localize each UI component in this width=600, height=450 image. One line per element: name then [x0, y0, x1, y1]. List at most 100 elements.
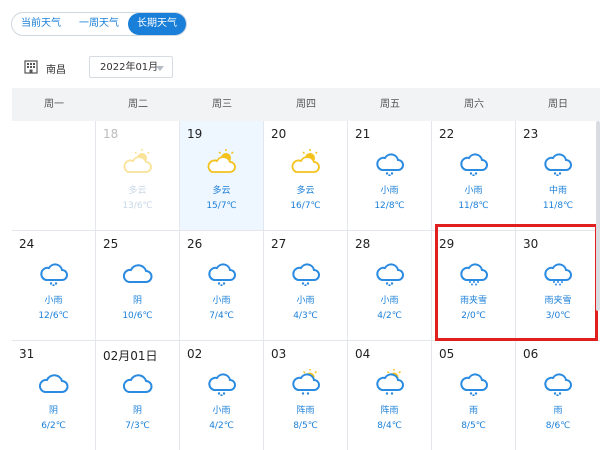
- cloud-icon: [39, 374, 69, 393]
- temperature-range: 10/6℃: [122, 311, 153, 321]
- calendar-day-cell[interactable]: 28 小雨 4/2℃: [348, 231, 432, 340]
- calendar-day-cell[interactable]: 20 多云 16/7℃: [264, 121, 348, 230]
- weather-condition: 小雨: [296, 296, 315, 306]
- day-date: 24: [19, 237, 35, 251]
- month-value: 2022年01月: [100, 62, 159, 73]
- weekday-label: 周一: [44, 99, 64, 110]
- weather-condition: 中雨: [548, 186, 567, 196]
- calendar-day-cell[interactable]: 31 阴 6/2℃: [12, 341, 96, 450]
- weather-condition: 阴: [132, 296, 142, 306]
- weekday-label: 周六: [464, 99, 484, 110]
- chevron-down-icon: [156, 66, 164, 71]
- day-date: 02月01日: [103, 349, 158, 363]
- temperature-range: 4/3℃: [293, 311, 318, 321]
- rain-icon: [208, 373, 236, 396]
- rain-icon: [292, 263, 320, 286]
- weekday-label: 周二: [128, 99, 148, 110]
- temperature-range: 8/5℃: [461, 421, 486, 431]
- weather-condition: 多云: [128, 186, 147, 196]
- partly-cloudy-icon: [291, 149, 320, 173]
- building-icon: [24, 60, 38, 74]
- weather-condition: 雨夹雪: [459, 296, 487, 306]
- weather-condition: 雨: [468, 406, 478, 416]
- calendar-day-cell[interactable]: 26 小雨 7/4℃: [180, 231, 264, 340]
- weather-condition: 阴: [132, 406, 142, 416]
- sun-rain-icon: [292, 369, 320, 395]
- scrollbar[interactable]: [596, 121, 600, 311]
- city-name[interactable]: 南昌: [46, 61, 66, 76]
- weather-condition: 小雨: [44, 296, 63, 306]
- weather-tabs: 当前天气 一周天气 长期天气: [11, 12, 187, 36]
- day-date: 02: [187, 347, 203, 361]
- weather-condition: 雨: [553, 406, 563, 416]
- day-date: 06: [523, 347, 539, 361]
- weekday-label: 周三: [212, 99, 232, 110]
- rain-icon: [376, 153, 404, 176]
- calendar-week-row: 18 多云 13/6℃ 19 多云 15/7℃ 20 多云 16/7℃ 21 小雨 12/8℃…: [12, 121, 600, 231]
- tab-week-weather[interactable]: 一周天气: [70, 13, 128, 35]
- day-date: 22: [439, 127, 455, 141]
- weekday-label: 周五: [380, 99, 400, 110]
- weekday-label: 周日: [548, 99, 568, 110]
- calendar-day-cell[interactable]: 02 小雨 4/2℃: [180, 341, 264, 450]
- calendar-day-cell[interactable]: 22 小雨 11/8℃: [432, 121, 516, 230]
- calendar-day-cell[interactable]: 03 阵雨 8/5℃: [264, 341, 348, 450]
- temperature-range: 3/0℃: [545, 311, 571, 321]
- day-date: 30: [523, 237, 539, 251]
- weather-condition: 多云: [296, 186, 315, 196]
- rain-icon: [460, 373, 488, 396]
- day-date: 28: [355, 237, 371, 251]
- weekday-header: 周一 周二 周三 周四 周五 周六 周日: [12, 88, 600, 121]
- calendar-day-cell[interactable]: 02月01日阴 7/3℃: [96, 341, 180, 450]
- rain-icon: [544, 373, 572, 396]
- temperature-range: 7/3℃: [125, 421, 150, 431]
- weather-condition: 小雨: [380, 186, 399, 196]
- weather-condition: 小雨: [212, 406, 231, 416]
- temperature-range: 13/6℃: [122, 201, 153, 211]
- calendar-week-row: 24 小雨 12/6℃ 25 阴 10/6℃ 26 小雨 7/4℃ 27 小雨 4/3℃ 28 小…: [12, 231, 600, 341]
- temperature-range: 8/4℃: [377, 421, 402, 431]
- calendar-day-cell[interactable]: 27 小雨 4/3℃: [264, 231, 348, 340]
- calendar-day-cell[interactable]: 24 小雨 12/6℃: [12, 231, 96, 340]
- cloud-icon: [123, 374, 153, 393]
- calendar-grid: 18 多云 13/6℃ 19 多云 15/7℃ 20 多云 16/7℃ 21 小雨 12/8℃…: [12, 121, 600, 450]
- calendar-day-cell[interactable]: 23 中雨 11/8℃: [516, 121, 600, 230]
- tab-current-weather[interactable]: 当前天气: [12, 13, 70, 35]
- day-date: 31: [19, 347, 35, 361]
- calendar-day-cell[interactable]: 21 小雨 12/8℃: [348, 121, 432, 230]
- tab-long-term-weather[interactable]: 长期天气: [128, 13, 186, 35]
- weather-condition: 小雨: [380, 296, 399, 306]
- calendar-day-cell[interactable]: 29 雨夹雪 2/0℃: [432, 231, 516, 340]
- temperature-range: 12/6℃: [38, 311, 69, 321]
- calendar-day-cell[interactable]: 04 阵雨 8/4℃: [348, 341, 432, 450]
- rain-icon: [544, 153, 572, 176]
- temperature-range: 11/8℃: [458, 201, 489, 211]
- calendar-day-cell[interactable]: 25 阴 10/6℃: [96, 231, 180, 340]
- partly-cloudy-icon: [207, 149, 236, 173]
- weather-condition: 雨夹雪: [544, 296, 572, 306]
- rain-icon: [460, 153, 488, 176]
- weather-condition: 小雨: [464, 186, 483, 196]
- calendar-day-cell[interactable]: 05 雨 8/5℃: [432, 341, 516, 450]
- calendar-day-cell[interactable]: 30 雨夹雪 3/0℃: [516, 231, 600, 340]
- toolbar: 南昌 2022年01月: [0, 48, 600, 88]
- temperature-range: 8/6℃: [545, 421, 571, 431]
- day-date: 27: [271, 237, 287, 251]
- calendar-day-cell[interactable]: 18 多云 13/6℃: [96, 121, 180, 230]
- month-select[interactable]: 2022年01月: [89, 56, 173, 78]
- temperature-range: 4/2℃: [377, 311, 402, 321]
- weather-condition: 阴: [48, 406, 58, 416]
- day-date: 18: [103, 127, 119, 141]
- temperature-range: 4/2℃: [209, 421, 234, 431]
- temperature-range: 6/2℃: [41, 421, 66, 431]
- day-date: 20: [271, 127, 287, 141]
- temperature-range: 12/8℃: [374, 201, 405, 211]
- calendar-week-row: 31 阴 6/2℃ 02月01日阴 7/3℃ 02 小雨 4/2℃ 03 阵雨 8/5℃ 04 阵…: [12, 341, 600, 450]
- day-date: 03: [271, 347, 287, 361]
- partly-cloudy-icon: [123, 149, 152, 173]
- temperature-range: 7/4℃: [209, 311, 234, 321]
- calendar-day-cell[interactable]: 19 多云 15/7℃: [180, 121, 264, 230]
- calendar-day-cell[interactable]: 06 雨 8/6℃: [516, 341, 600, 450]
- sleet-icon: [544, 263, 572, 286]
- calendar-day-cell: [12, 121, 96, 230]
